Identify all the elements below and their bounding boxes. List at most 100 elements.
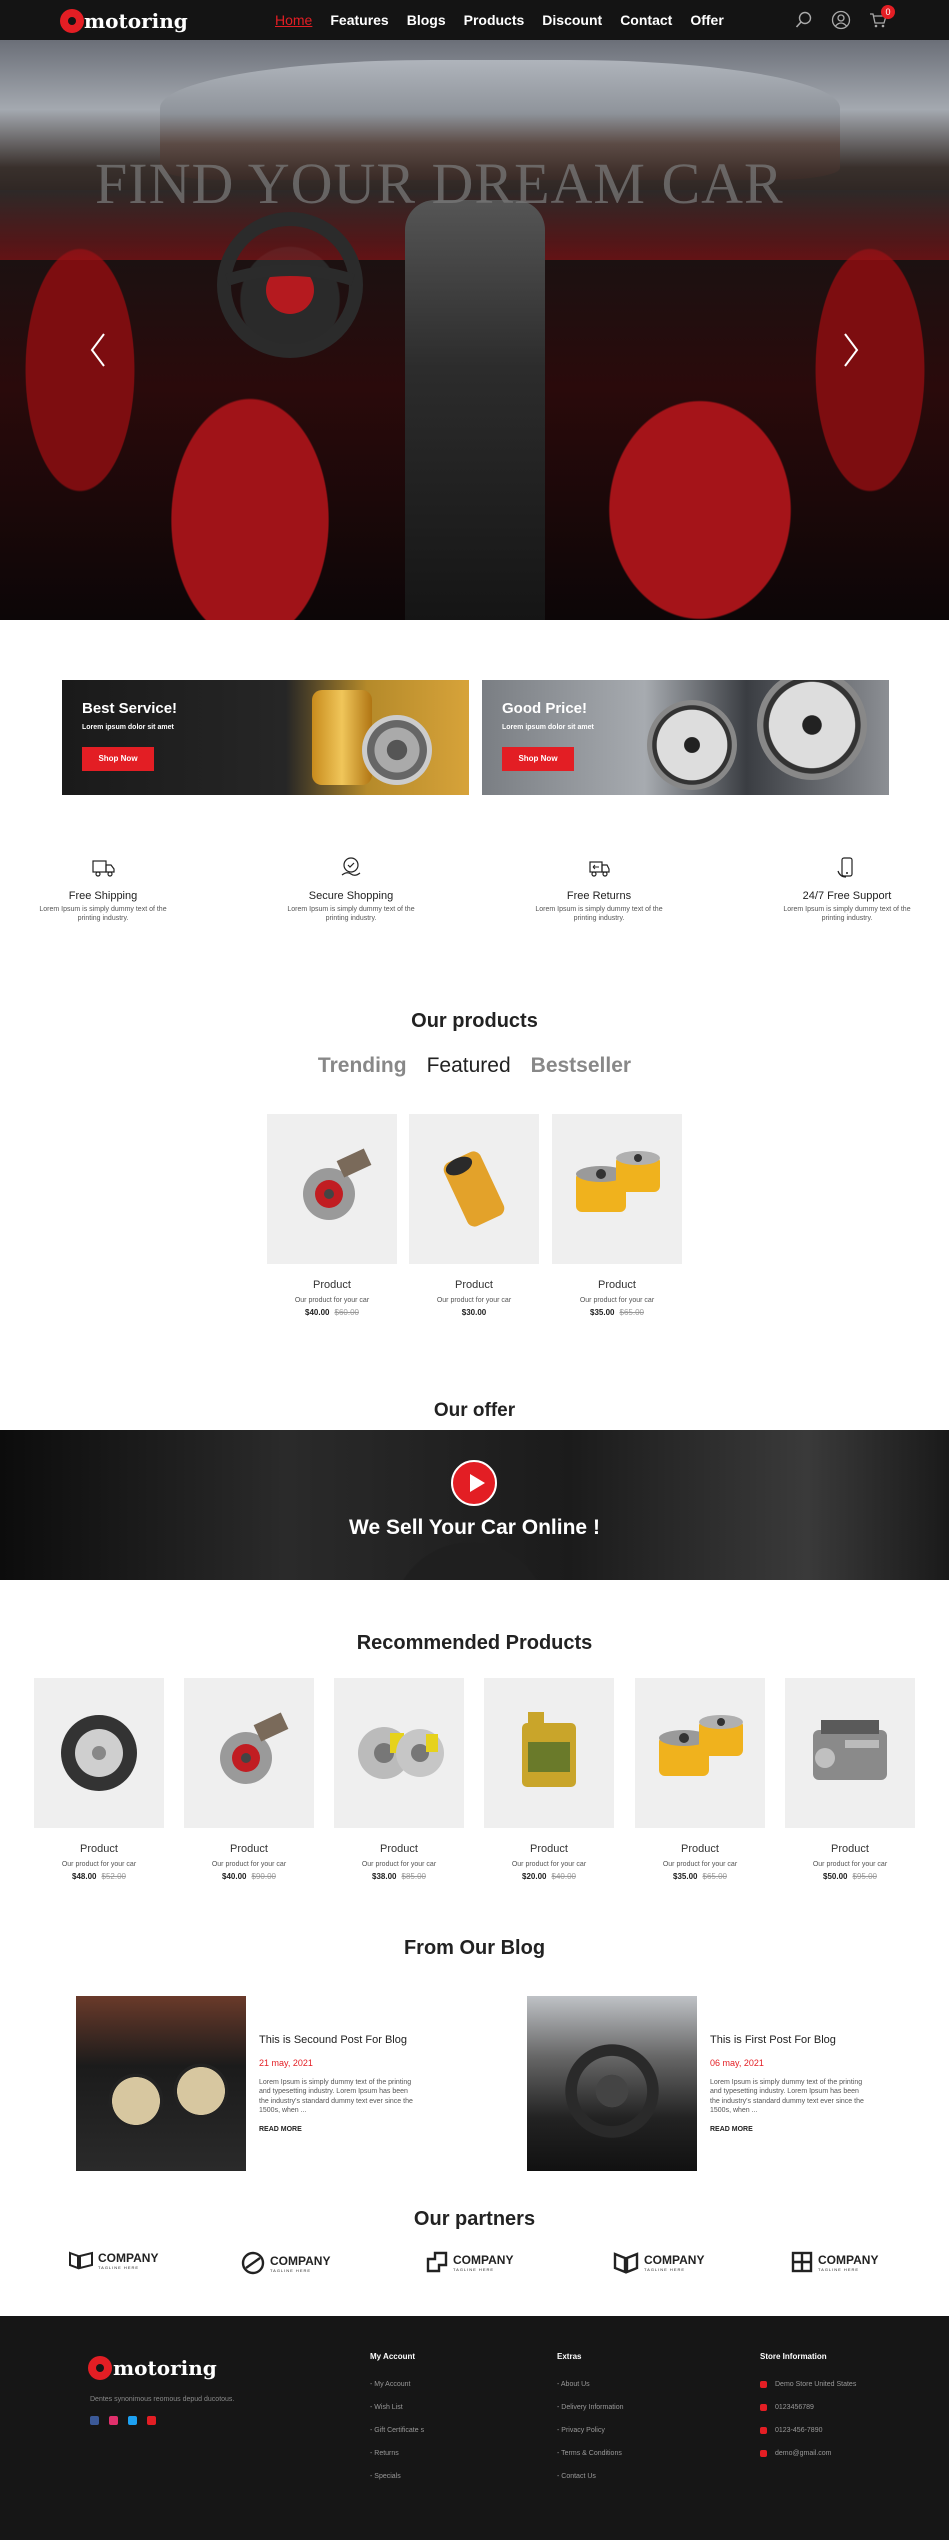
chevron-right-icon[interactable] bbox=[839, 330, 863, 370]
phone-icon bbox=[760, 2427, 767, 2434]
product-card[interactable]: Product Our product for your car $30.00 bbox=[409, 1114, 539, 1317]
hero-console bbox=[405, 200, 545, 620]
product-image[interactable] bbox=[409, 1114, 539, 1264]
turbocharger-image bbox=[220, 1712, 289, 1784]
product-card[interactable]: Product Our product for your car $40.00 $… bbox=[184, 1678, 314, 1881]
cart-button[interactable]: 0 bbox=[869, 5, 895, 29]
footer-link[interactable]: - Contact Us bbox=[557, 2473, 624, 2480]
blog-image-steering-wheel[interactable] bbox=[527, 1996, 697, 2171]
play-video-icon[interactable] bbox=[451, 1460, 497, 1506]
product-name[interactable]: Product bbox=[409, 1279, 539, 1291]
hero-slider: FIND YOUR DREAM CAR bbox=[0, 40, 949, 620]
footer-extras-column: Extras - About Us - Delivery Information… bbox=[557, 2352, 624, 2496]
product-price: $50.00 $95.00 bbox=[823, 1872, 877, 1881]
footer-logo[interactable]: motoring bbox=[90, 2356, 217, 2380]
store-phone[interactable]: 0123456789 bbox=[760, 2404, 856, 2411]
footer-link[interactable]: - About Us bbox=[557, 2381, 624, 2388]
product-image[interactable] bbox=[184, 1678, 314, 1828]
feature-title: Secure Shopping bbox=[308, 890, 394, 902]
product-name[interactable]: Product bbox=[334, 1843, 464, 1855]
shop-now-button[interactable]: Shop Now bbox=[82, 747, 154, 771]
location-pin-icon bbox=[760, 2381, 767, 2388]
twitter-icon[interactable] bbox=[128, 2416, 137, 2425]
user-icon[interactable] bbox=[831, 10, 851, 30]
nav-blogs[interactable]: Blogs bbox=[407, 12, 446, 28]
footer-link[interactable]: - Wish List bbox=[370, 2404, 424, 2411]
product-image[interactable] bbox=[34, 1678, 164, 1828]
brand-name: motoring bbox=[84, 9, 188, 33]
product-name[interactable]: Product bbox=[184, 1843, 314, 1855]
blog-post-title[interactable]: This is First Post For Blog bbox=[710, 2034, 836, 2046]
product-name[interactable]: Product bbox=[785, 1843, 915, 1855]
product-name[interactable]: Product bbox=[484, 1843, 614, 1855]
footer-link[interactable]: - Gift Certificate s bbox=[370, 2427, 424, 2434]
brand-logo[interactable]: motoring bbox=[62, 9, 188, 33]
product-image[interactable] bbox=[484, 1678, 614, 1828]
product-name[interactable]: Product bbox=[34, 1843, 164, 1855]
blog-post: This is First Post For Blog 06 may, 2021… bbox=[527, 1996, 907, 2171]
nav-products[interactable]: Products bbox=[464, 12, 525, 28]
read-more-link[interactable]: READ MORE bbox=[710, 2126, 753, 2133]
product-tabs: Trending Featured Bestseller bbox=[0, 1054, 949, 1078]
main-nav: Home Features Blogs Products Discount Co… bbox=[275, 0, 742, 40]
product-name[interactable]: Product bbox=[267, 1279, 397, 1291]
partner-logo[interactable]: COMPANY TAGLINE HERE bbox=[68, 2250, 158, 2270]
banner-best-service[interactable]: Best Service! Lorem ipsum dolor sit amet… bbox=[62, 680, 469, 795]
product-image[interactable] bbox=[552, 1114, 682, 1264]
footer-link[interactable]: - Specials bbox=[370, 2473, 424, 2480]
product-image[interactable] bbox=[334, 1678, 464, 1828]
partner-logo[interactable]: COMPANY TAGLINE HERE bbox=[425, 2250, 513, 2274]
offer-headline: We Sell Your Car Online ! bbox=[349, 1516, 600, 1539]
blog-image-gauges[interactable] bbox=[76, 1996, 246, 2171]
product-card[interactable]: Product Our product for your car $48.00 $… bbox=[34, 1678, 164, 1881]
partner-logo[interactable]: COMPANY TAGLINE HERE bbox=[240, 2250, 330, 2276]
footer-link[interactable]: - Returns bbox=[370, 2450, 424, 2457]
store-phone-2[interactable]: 0123-456-7890 bbox=[760, 2427, 856, 2434]
footer-link[interactable]: - My Account bbox=[370, 2381, 424, 2388]
footer-link[interactable]: - Terms & Conditions bbox=[557, 2450, 624, 2457]
footer-column-title: My Account bbox=[370, 2352, 416, 2361]
nav-offer[interactable]: Offer bbox=[690, 12, 723, 28]
product-price: $38.00 $85.00 bbox=[372, 1872, 426, 1881]
footer-link[interactable]: - Delivery Information bbox=[557, 2404, 624, 2411]
nav-discount[interactable]: Discount bbox=[542, 12, 602, 28]
product-card[interactable]: Product Our product for your car $20.00 $… bbox=[484, 1678, 614, 1881]
product-name[interactable]: Product bbox=[635, 1843, 765, 1855]
product-name[interactable]: Product bbox=[552, 1279, 682, 1291]
nav-contact[interactable]: Contact bbox=[620, 12, 672, 28]
blog-post-excerpt: Lorem Ipsum is simply dummy text of the … bbox=[710, 2079, 864, 2115]
tab-featured[interactable]: Featured bbox=[427, 1054, 511, 1078]
banner-good-price[interactable]: Good Price! Lorem ipsum dolor sit amet S… bbox=[482, 680, 889, 795]
facebook-icon[interactable] bbox=[90, 2416, 99, 2425]
site-header: motoring Home Features Blogs Products Di… bbox=[0, 0, 949, 40]
product-card[interactable]: Product Our product for your car $38.00 $… bbox=[334, 1678, 464, 1881]
support-phone-icon bbox=[837, 857, 853, 878]
product-card[interactable]: Product Our product for your car $50.00 $… bbox=[785, 1678, 915, 1881]
cart-count-badge: 0 bbox=[881, 5, 895, 19]
partner-logo[interactable]: COMPANY TAGLINE HERE bbox=[790, 2250, 878, 2274]
tab-bestseller[interactable]: Bestseller bbox=[531, 1054, 631, 1078]
shop-now-button[interactable]: Shop Now bbox=[502, 747, 574, 771]
product-card[interactable]: Product Our product for your car $40.00 $… bbox=[267, 1114, 397, 1317]
product-desc: Our product for your car bbox=[211, 1861, 287, 1868]
tab-trending[interactable]: Trending bbox=[318, 1054, 407, 1078]
chevron-left-icon[interactable] bbox=[86, 330, 110, 370]
footer-link[interactable]: - Privacy Policy bbox=[557, 2427, 624, 2434]
store-email[interactable]: demo@gmail.com bbox=[760, 2450, 856, 2457]
instagram-icon[interactable] bbox=[109, 2416, 118, 2425]
partner-logo[interactable]: COMPANY TAGLINE HERE bbox=[612, 2250, 704, 2274]
youtube-icon[interactable] bbox=[147, 2416, 156, 2425]
product-price: $40.00 $90.00 bbox=[222, 1872, 276, 1881]
product-card[interactable]: Product Our product for your car $35.00 $… bbox=[635, 1678, 765, 1881]
company-logo-icon bbox=[69, 2251, 93, 2270]
blog-post-title[interactable]: This is Secound Post For Blog bbox=[259, 2034, 407, 2046]
product-image[interactable] bbox=[635, 1678, 765, 1828]
product-image[interactable] bbox=[785, 1678, 915, 1828]
nav-features[interactable]: Features bbox=[330, 12, 388, 28]
product-price: $30.00 bbox=[461, 1308, 487, 1317]
product-image[interactable] bbox=[267, 1114, 397, 1264]
product-card[interactable]: Product Our product for your car $35.00 $… bbox=[552, 1114, 682, 1317]
nav-home[interactable]: Home bbox=[275, 12, 312, 28]
read-more-link[interactable]: READ MORE bbox=[259, 2126, 302, 2133]
search-icon[interactable] bbox=[795, 11, 813, 29]
